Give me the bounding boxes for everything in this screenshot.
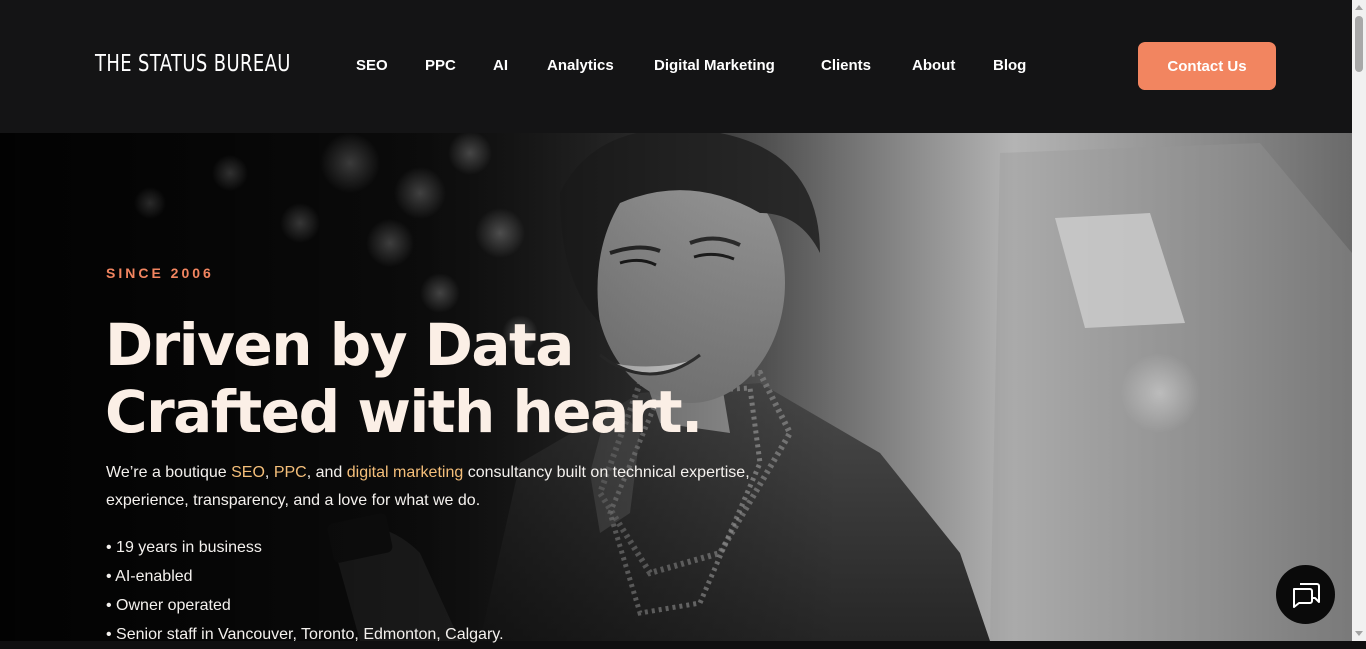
- nav-item-digital-marketing[interactable]: Digital Marketing: [654, 57, 775, 74]
- bullet-item: • Senior staff in Vancouver, Toronto, Ed…: [106, 626, 504, 643]
- seo-link[interactable]: SEO: [231, 464, 265, 481]
- nav-item-blog[interactable]: Blog: [993, 57, 1026, 74]
- nav-item-seo[interactable]: SEO: [356, 57, 388, 74]
- scroll-up-arrow-icon[interactable]: [1355, 5, 1363, 10]
- page-scrollbar[interactable]: [1352, 0, 1366, 641]
- headline-line-1: Driven by Data: [105, 311, 574, 379]
- hero-headline: Driven by Data Crafted with heart.: [105, 311, 703, 446]
- nav-item-ppc[interactable]: PPC: [425, 57, 456, 74]
- bullet-item: • 19 years in business: [106, 539, 262, 556]
- headline-line-2: Crafted with heart.: [105, 378, 703, 446]
- contact-us-button[interactable]: Contact Us: [1138, 42, 1276, 90]
- scroll-down-arrow-icon[interactable]: [1355, 631, 1363, 636]
- bullet-item: • Owner operated: [106, 597, 231, 614]
- hero-eyebrow: SINCE 2006: [106, 265, 214, 281]
- site-header: THE STATUS BUREAU SEO PPC AI Analytics D…: [0, 0, 1352, 133]
- intro-text-2: , and: [306, 464, 347, 481]
- ppc-link[interactable]: PPC: [274, 464, 307, 481]
- scrollbar-thumb[interactable]: [1355, 16, 1363, 72]
- nav-item-about[interactable]: About: [912, 57, 955, 74]
- hero-intro: We’re a boutique SEO, PPC, and digital m…: [106, 459, 806, 515]
- hero-bullets: • 19 years in business • AI-enabled • Ow…: [106, 533, 504, 649]
- nav-item-clients[interactable]: Clients: [821, 57, 871, 74]
- nav-item-ai[interactable]: AI: [493, 57, 508, 74]
- site-logo[interactable]: THE STATUS BUREAU: [95, 51, 291, 77]
- chat-button[interactable]: [1276, 565, 1335, 624]
- digital-marketing-link[interactable]: digital marketing: [347, 464, 464, 481]
- intro-comma: ,: [264, 464, 274, 481]
- nav-item-analytics[interactable]: Analytics: [547, 57, 614, 74]
- intro-text-1: We’re a boutique: [106, 464, 232, 481]
- bullet-item: • AI-enabled: [106, 568, 193, 585]
- chat-bubbles-icon: [1292, 582, 1320, 608]
